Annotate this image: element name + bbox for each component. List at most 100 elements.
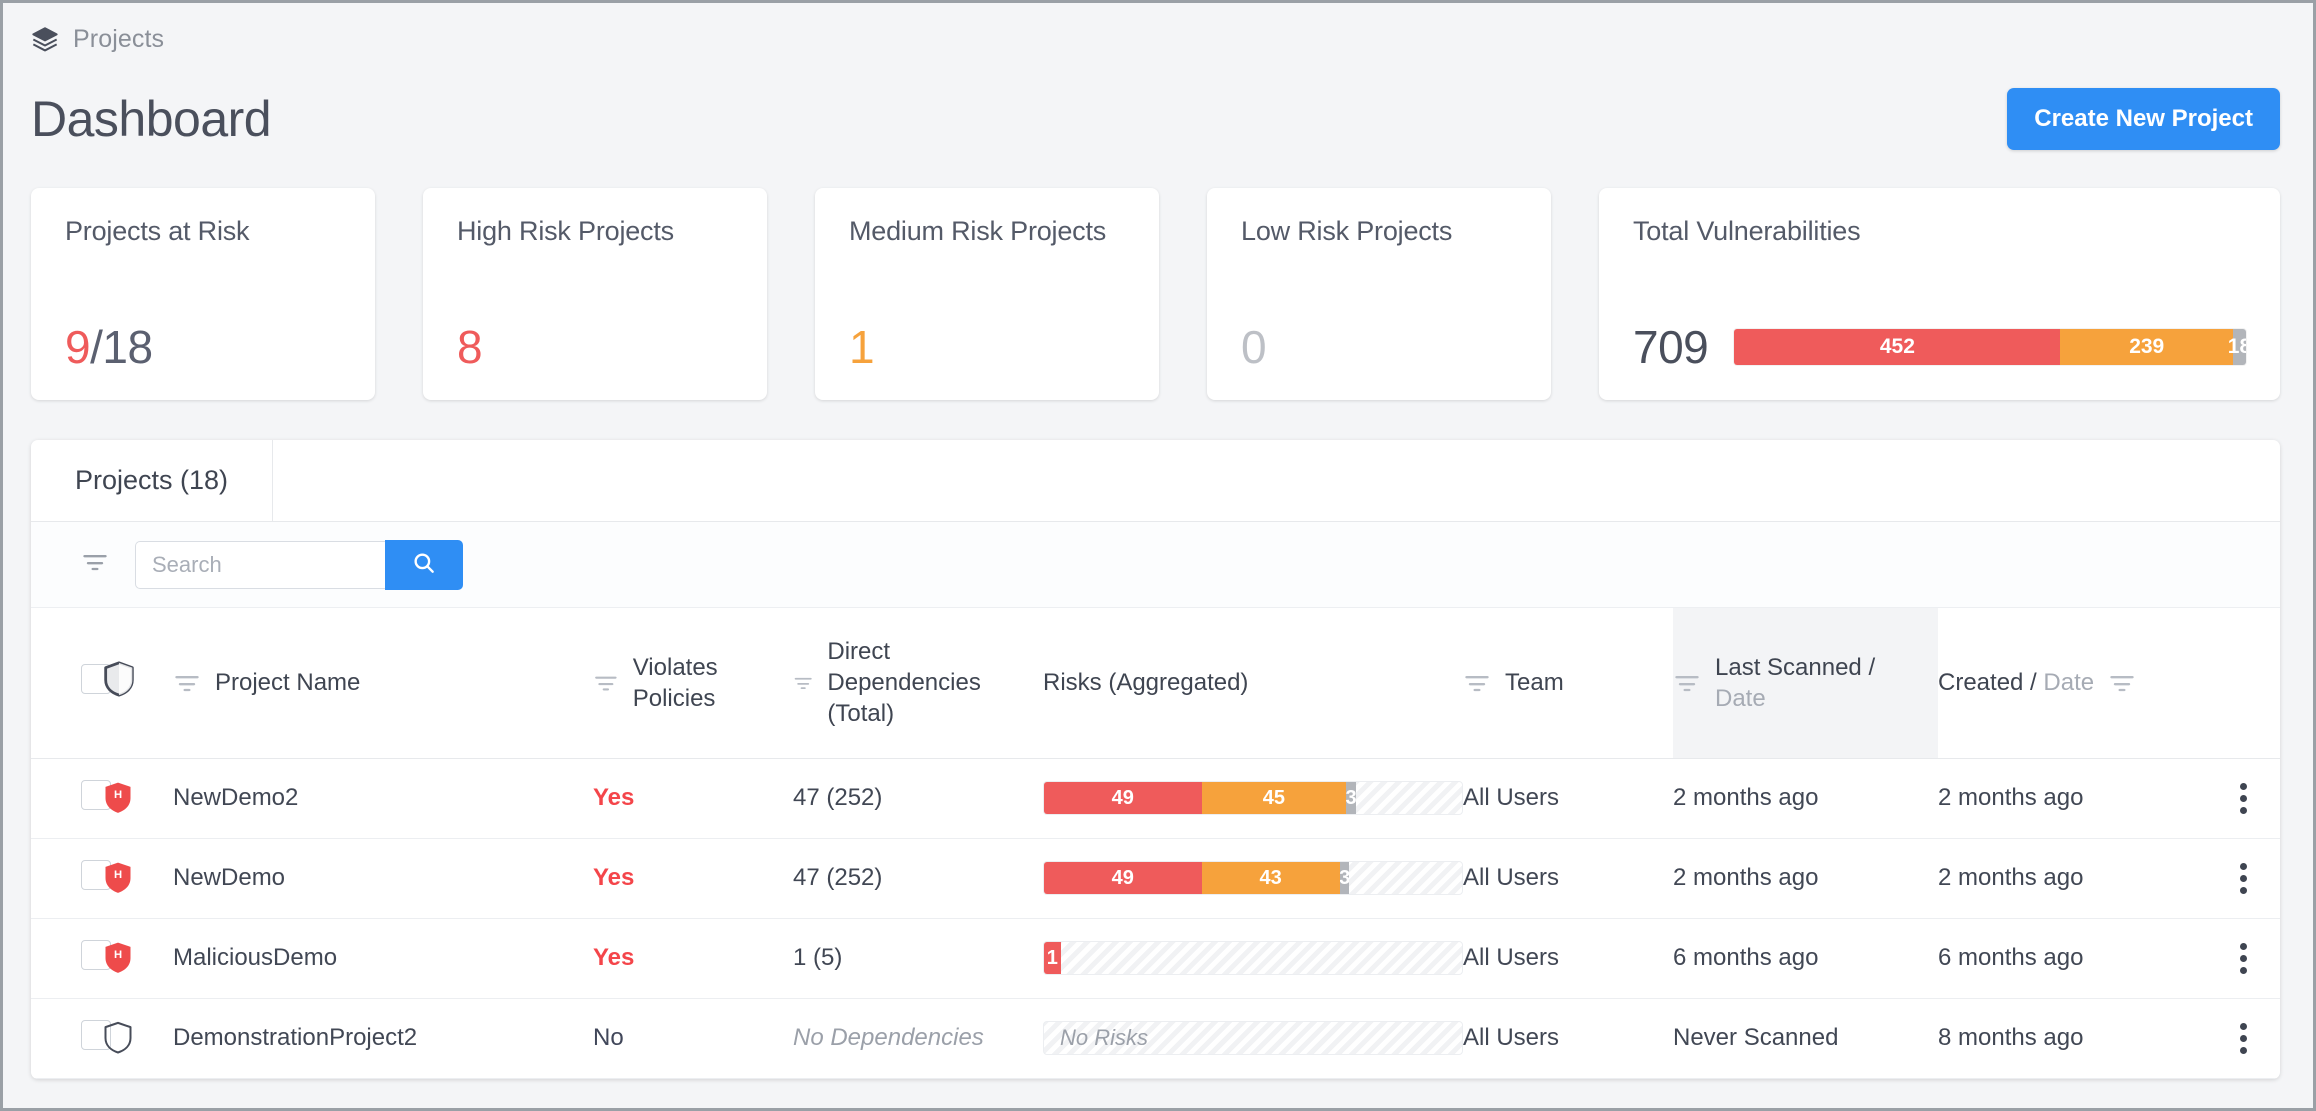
tab-projects[interactable]: Projects (18) [31,440,273,521]
last-scanned-cell: 2 months ago [1673,838,1938,918]
table-head: Project Name Violates Policies [31,608,2280,758]
violates-value: No [593,1024,624,1051]
direct-dependencies-cell: No Dependencies [793,998,1043,1078]
project-name-cell[interactable]: NewDemo2 [173,758,593,838]
th-risks-aggregated[interactable]: Risks (Aggregated) [1043,608,1463,758]
stat-card-value: 0 [1241,324,1266,370]
direct-dependencies-cell: 47 (252) [793,758,1043,838]
direct-dependencies-cell: 1 (5) [793,918,1043,998]
svg-text:H: H [114,789,122,801]
risk-shield-cell: H [103,838,173,918]
row-actions-cell [2198,918,2280,998]
project-name-cell[interactable]: DemonstrationProject2 [173,998,593,1078]
row-actions-cell [2198,998,2280,1078]
create-new-project-button[interactable]: Create New Project [2007,88,2280,150]
risk-shield-cell: H [103,758,173,838]
violates-policies-cell: Yes [593,918,793,998]
th-label: Created / Date [1938,667,2094,698]
row-select-cell [31,918,103,998]
risks-aggregated-cell: 1 [1043,918,1463,998]
projects-panel: Projects (18) [31,440,2280,1079]
risk-segment: 43 [1202,862,1340,894]
created-cell: 2 months ago [1938,838,2198,918]
vulnerability-segment: 239 [2060,329,2233,365]
row-menu-icon[interactable] [2239,863,2247,894]
vulnerability-severity-bar: 45223918 [1734,329,2246,365]
last-scanned-cell: 2 months ago [1673,758,1938,838]
column-filter-icon [1463,669,1491,697]
th-label-sub: Date [1715,685,1766,712]
stat-card-high-risk-projects: High Risk Projects 8 [423,188,767,400]
column-filter-icon [2108,669,2136,697]
vulnerability-segment: 18 [2233,329,2246,365]
row-select-cell [31,838,103,918]
th-last-scanned[interactable]: Last Scanned / Date [1673,608,1938,758]
project-name-cell[interactable]: MaliciousDemo [173,918,593,998]
table-row[interactable]: DemonstrationProject2No No DependenciesNo… [31,998,2280,1078]
table-row[interactable]: HNewDemoYes47 (252)49433All Users2 month… [31,838,2280,918]
risk-segment: 49 [1044,862,1202,894]
stat-value-denominator: /18 [90,321,152,373]
stat-card-value: 1 [849,324,874,370]
layers-icon [31,25,59,53]
th-label-sub: Date [2043,669,2094,696]
search-input[interactable] [135,541,385,589]
breadcrumb: Projects [3,3,2313,75]
shield-icon [103,676,135,703]
violates-value: Yes [593,864,634,891]
th-project-name[interactable]: Project Name [173,608,593,758]
created-cell: 8 months ago [1938,998,2198,1078]
violates-policies-cell: Yes [593,838,793,918]
risk-segment: 3 [1340,862,1350,894]
th-label-main: Created / [1938,669,2037,696]
risk-distribution-bar: 49433 [1043,861,1463,895]
column-filter-icon [173,669,201,697]
filter-icon[interactable] [81,548,109,581]
th-label: Team [1505,667,1564,698]
violates-value: Yes [593,784,634,811]
column-filter-icon [593,669,619,697]
th-label-main: Last Scanned / [1715,654,1875,681]
row-select-cell [31,998,103,1078]
team-cell: All Users [1463,918,1673,998]
stat-card-medium-risk-projects: Medium Risk Projects 1 [815,188,1159,400]
risk-segment: 49 [1044,782,1202,814]
risk-shield-cell [103,998,173,1078]
th-label: Risks (Aggregated) [1043,667,1248,698]
risk-empty-label: No Risks [1044,1022,1462,1054]
th-team[interactable]: Team [1463,608,1673,758]
th-label: Project Name [215,667,360,698]
th-violates-policies[interactable]: Violates Policies [593,608,793,758]
breadcrumb-label[interactable]: Projects [73,25,164,54]
team-cell: All Users [1463,758,1673,838]
risks-aggregated-cell: No Risks [1043,998,1463,1078]
risks-aggregated-cell: 49433 [1043,838,1463,918]
th-direct-dependencies[interactable]: Direct Dependencies (Total) [793,608,1043,758]
table-header-row: Project Name Violates Policies [31,608,2280,758]
row-menu-icon[interactable] [2239,943,2247,974]
total-vulnerabilities-value: 709 [1633,324,1708,370]
table-row[interactable]: HMaliciousDemoYes 1 (5)1All Users6 months… [31,918,2280,998]
page-header: Dashboard Create New Project [3,75,2313,163]
last-scanned-cell: 6 months ago [1673,918,1938,998]
row-menu-icon[interactable] [2239,1023,2247,1054]
search-button[interactable] [385,540,463,590]
shield-high-risk-icon: H [103,781,173,815]
risks-aggregated-cell: 49453 [1043,758,1463,838]
th-created[interactable]: Created / Date [1938,608,2198,758]
svg-text:H: H [114,869,122,881]
stat-card-row: Projects at Risk 9/18 High Risk Projects… [3,163,2313,400]
stat-card-title: Total Vulnerabilities [1633,216,2246,248]
stat-card-value: 8 [457,324,482,370]
app-window: Projects Dashboard Create New Project Pr… [0,0,2316,1111]
risk-segment: 3 [1346,782,1356,814]
violates-value: Yes [593,944,634,971]
created-cell: 2 months ago [1938,758,2198,838]
row-menu-icon[interactable] [2239,783,2247,814]
project-name-cell[interactable]: NewDemo [173,838,593,918]
shield-high-risk-icon: H [103,941,173,975]
risk-distribution-bar: 1 [1043,941,1463,975]
table-row[interactable]: HNewDemo2Yes47 (252)49453All Users2 mont… [31,758,2280,838]
stat-card-title: Medium Risk Projects [849,216,1125,248]
stat-card-title: Projects at Risk [65,216,341,248]
